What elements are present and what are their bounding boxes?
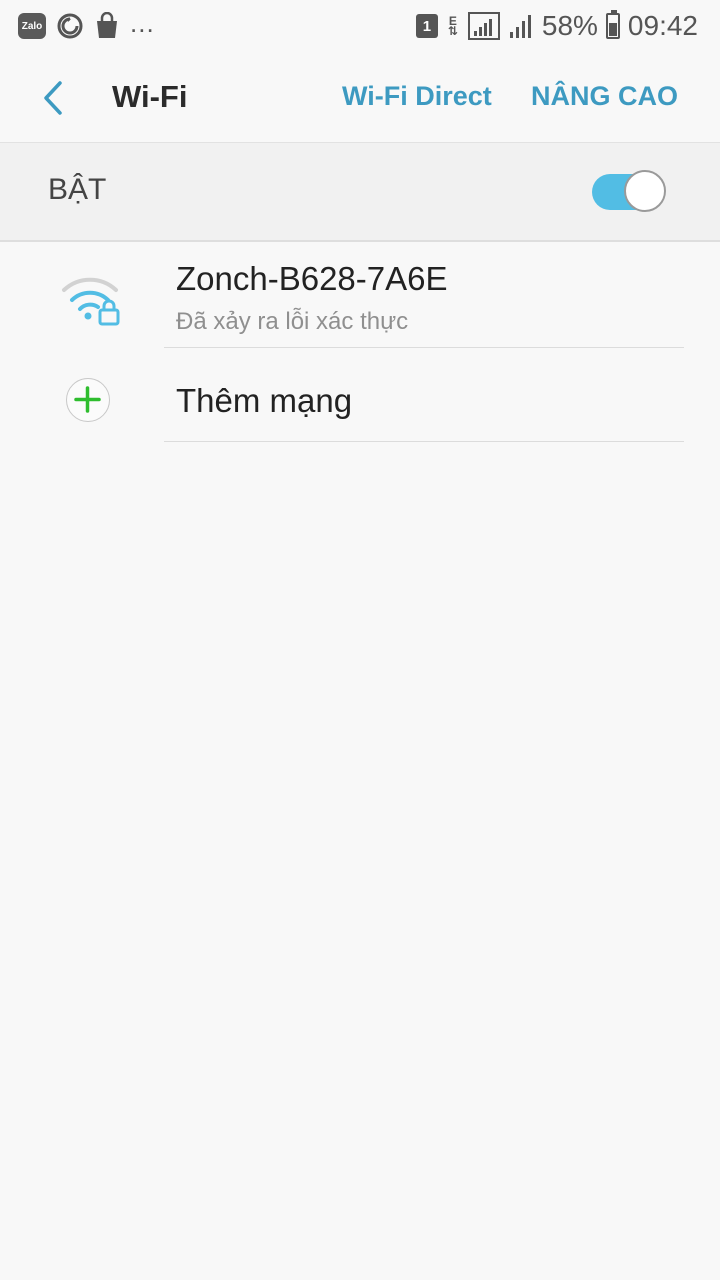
sim-slot-badge: 1 xyxy=(415,14,438,38)
wifi-toggle[interactable] xyxy=(592,170,668,214)
network-list: Zonch-B628-7A6E Đã xảy ra lỗi xác thực T… xyxy=(0,242,720,442)
network-name: Zonch-B628-7A6E xyxy=(176,260,448,297)
plus-icon xyxy=(74,386,101,413)
signal-sim2-icon xyxy=(509,15,531,38)
back-button[interactable] xyxy=(30,74,78,122)
action-bar: Wi-Fi Wi-Fi Direct NÂNG CAO xyxy=(0,52,720,143)
master-switch-label: BẬT xyxy=(48,173,107,206)
page-title: Wi-Fi xyxy=(112,79,188,114)
wifi-direct-button[interactable]: Wi-Fi Direct xyxy=(342,81,492,112)
add-network-item[interactable]: Thêm mạng xyxy=(0,348,720,442)
battery-percent: 58% xyxy=(541,10,598,41)
shopping-bag-icon xyxy=(97,12,117,38)
divider xyxy=(164,441,684,442)
network-type-indicator: E ⇅ xyxy=(447,14,458,38)
battery-icon xyxy=(605,10,620,39)
zalo-icon: Zalo xyxy=(18,13,46,39)
more-notifications: ... xyxy=(130,7,155,38)
network-item[interactable]: Zonch-B628-7A6E Đã xảy ra lỗi xác thực xyxy=(0,242,720,348)
chevron-left-icon xyxy=(44,81,62,115)
add-icon xyxy=(66,378,110,422)
wifi-lock-icon xyxy=(62,277,120,326)
add-network-label: Thêm mạng xyxy=(176,382,353,419)
signal-sim1-icon xyxy=(467,12,500,40)
wifi-master-switch-row[interactable]: BẬT xyxy=(0,143,720,242)
advanced-button[interactable]: NÂNG CAO xyxy=(531,81,678,112)
network-status: Đã xảy ra lỗi xác thực xyxy=(176,308,409,335)
clock: 09:42 xyxy=(627,10,698,41)
status-left-icons: Zalo ... xyxy=(18,7,155,42)
sync-icon xyxy=(57,13,83,39)
status-right-icons: 1 E ⇅ 58% 09:42 xyxy=(415,10,698,42)
toggle-knob xyxy=(624,170,666,212)
status-bar: Zalo ... 1 E ⇅ 58% 09:42 xyxy=(0,0,720,52)
